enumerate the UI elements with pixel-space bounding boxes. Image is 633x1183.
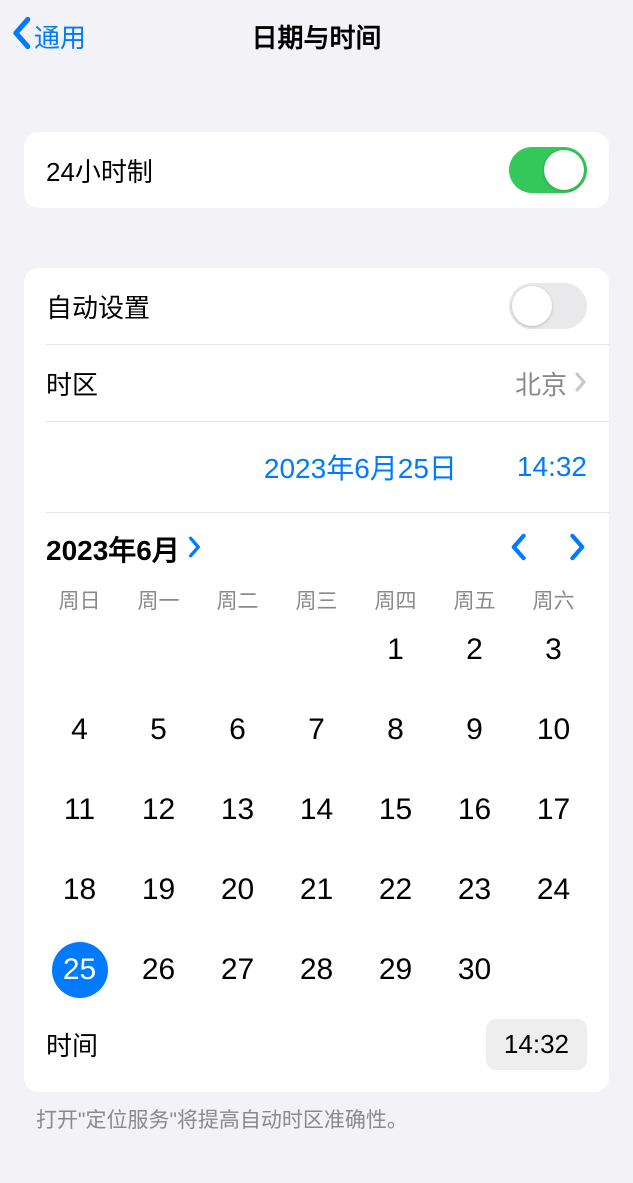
weekday-label: 周四 <box>356 585 435 615</box>
back-button[interactable]: 通用 <box>0 16 86 57</box>
weekday-label: 周五 <box>435 585 514 615</box>
chevron-left-icon <box>10 16 32 57</box>
calendar-day[interactable]: 15 <box>356 783 435 837</box>
page-title: 日期与时间 <box>0 18 633 55</box>
calendar-day[interactable]: 27 <box>198 943 277 997</box>
prev-month-button[interactable] <box>509 533 527 566</box>
weekday-label: 周一 <box>119 585 198 615</box>
calendar-day[interactable]: 2 <box>435 623 514 677</box>
toggle-thumb <box>512 286 552 326</box>
calendar-day[interactable]: 5 <box>119 703 198 757</box>
calendar-day[interactable]: 26 <box>119 943 198 997</box>
group-datetime: 自动设置 时区 北京 2023年6月25日 14:32 2023年6月 周日周一… <box>24 268 609 1092</box>
weekday-label: 周六 <box>514 585 593 615</box>
toggle-thumb <box>544 150 584 190</box>
calendar-day[interactable]: 22 <box>356 863 435 917</box>
calendar-day[interactable]: 28 <box>277 943 356 997</box>
month-selector[interactable]: 2023年6月 <box>46 529 202 569</box>
group-24hour: 24小时制 <box>24 132 609 208</box>
back-label: 通用 <box>34 18 86 55</box>
calendar-day[interactable]: 16 <box>435 783 514 837</box>
month-label: 2023年6月 <box>46 529 180 569</box>
calendar-day[interactable]: 23 <box>435 863 514 917</box>
calendar-grid: 1234567891011121314151617181920212223242… <box>24 615 609 1013</box>
time-label: 时间 <box>46 1026 98 1063</box>
weekday-label: 周二 <box>198 585 277 615</box>
calendar-day[interactable]: 25 <box>40 943 119 997</box>
calendar-day[interactable]: 3 <box>514 623 593 677</box>
calendar-day[interactable]: 13 <box>198 783 277 837</box>
calendar-day[interactable]: 6 <box>198 703 277 757</box>
summary-date[interactable]: 2023年6月25日 <box>264 447 457 487</box>
value-timezone: 北京 <box>515 365 567 402</box>
calendar-day[interactable]: 18 <box>40 863 119 917</box>
footnote: 打开"定位服务"将提高自动时区准确性。 <box>0 1092 633 1146</box>
row-24hour: 24小时制 <box>24 132 609 208</box>
weekday-label: 周三 <box>277 585 356 615</box>
label-timezone: 时区 <box>46 365 98 402</box>
row-datetime-summary: 2023年6月25日 14:32 <box>24 422 609 512</box>
label-24hour: 24小时制 <box>46 152 153 189</box>
chevron-right-icon <box>575 368 587 399</box>
toggle-autoset[interactable] <box>509 283 587 329</box>
summary-time[interactable]: 14:32 <box>517 451 587 483</box>
label-autoset: 自动设置 <box>46 288 150 325</box>
calendar-day[interactable]: 14 <box>277 783 356 837</box>
calendar-day[interactable]: 17 <box>514 783 593 837</box>
chevron-right-icon <box>188 533 202 565</box>
row-autoset: 自动设置 <box>24 268 609 344</box>
calendar-day[interactable]: 30 <box>435 943 514 997</box>
weekday-label: 周日 <box>40 585 119 615</box>
time-picker[interactable]: 14:32 <box>486 1019 587 1070</box>
weekday-header: 周日周一周二周三周四周五周六 <box>24 577 609 615</box>
calendar-day[interactable]: 20 <box>198 863 277 917</box>
calendar-day[interactable]: 24 <box>514 863 593 917</box>
calendar-day[interactable]: 9 <box>435 703 514 757</box>
calendar-day[interactable]: 21 <box>277 863 356 917</box>
calendar-day[interactable]: 29 <box>356 943 435 997</box>
calendar-day[interactable]: 4 <box>40 703 119 757</box>
calendar-day[interactable]: 19 <box>119 863 198 917</box>
calendar-day[interactable]: 1 <box>356 623 435 677</box>
calendar-day[interactable]: 7 <box>277 703 356 757</box>
next-month-button[interactable] <box>569 533 587 566</box>
row-timezone[interactable]: 时区 北京 <box>24 345 609 421</box>
toggle-24hour[interactable] <box>509 147 587 193</box>
calendar-day[interactable]: 12 <box>119 783 198 837</box>
calendar-day[interactable]: 11 <box>40 783 119 837</box>
calendar-day[interactable]: 10 <box>514 703 593 757</box>
calendar-day[interactable]: 8 <box>356 703 435 757</box>
